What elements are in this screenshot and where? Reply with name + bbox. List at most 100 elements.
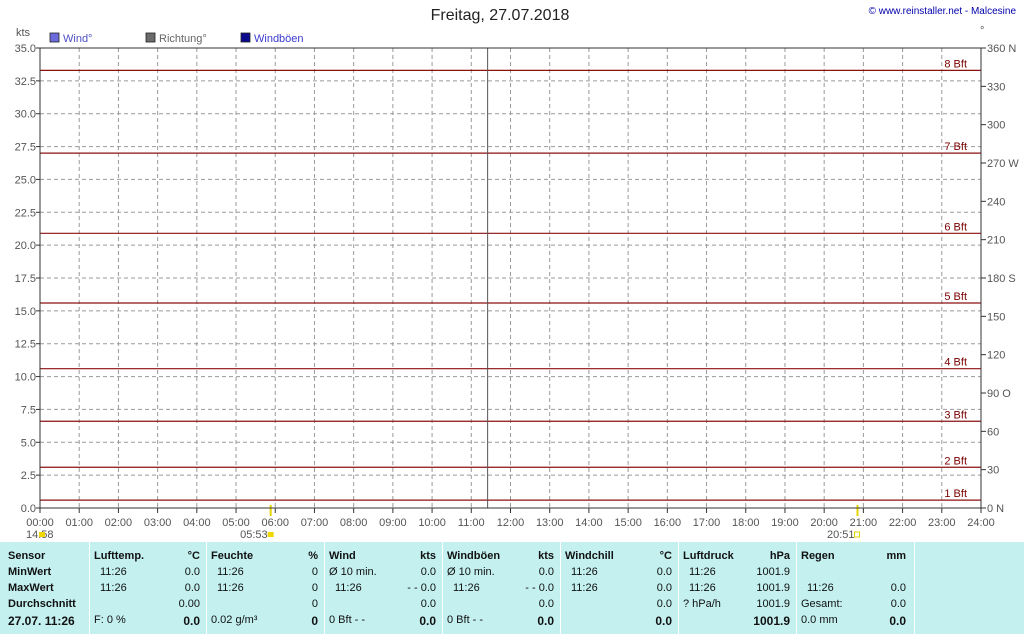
feuchte-cur-label: 0.02 g/m³: [211, 614, 258, 626]
beaufort-label: 6 Bft: [944, 221, 967, 233]
x-tick-label: 12:00: [497, 517, 525, 529]
x-tick-label: 17:00: [693, 517, 721, 529]
y-tick-label: 27.5: [15, 142, 36, 154]
y2-tick-label: 180 S: [987, 273, 1016, 285]
col-lufttemp: Lufttemp. °C 11:26 0.0 11:26 0.0 0.00 F:…: [90, 542, 207, 634]
lufttemp-avg-val: 0.00: [178, 598, 200, 610]
wind-name: Wind: [329, 550, 356, 562]
luftdruck-min-val: 1001.9: [756, 566, 790, 578]
x-tick-label: 24:00: [967, 517, 995, 529]
windboeen-min-val: 0.0: [538, 566, 554, 578]
x-tick-label: 21:00: [850, 517, 878, 529]
y2-tick-label: 330: [987, 81, 1005, 93]
y2-tick-label: 0 N: [987, 503, 1004, 515]
beaufort-label: 4 Bft: [944, 357, 967, 369]
row-label-max: MaxWert: [8, 582, 54, 594]
beaufort-label: 8 Bft: [944, 58, 967, 70]
col-windchill: Windchill °C 11:26 0.0 11:26 0.0 0.0 0.0: [561, 542, 679, 634]
credit-link[interactable]: © www.reinstaller.net - Malcesine: [869, 6, 1017, 17]
windboeen-avg-val: 0.0: [538, 598, 554, 610]
feuchte-max-val: 0: [311, 582, 318, 594]
wind-min-val: 0.0: [420, 566, 436, 578]
y-tick-label: 5.0: [21, 437, 36, 449]
col-empty: [915, 542, 1024, 634]
x-tick-label: 15:00: [614, 517, 642, 529]
wind-min-label: Ø 10 min.: [329, 566, 377, 578]
feuchte-min-time: 11:26: [217, 566, 244, 578]
windchill-max-time: 11:26: [571, 582, 598, 594]
sunrise-label: 05:53: [240, 529, 268, 541]
regen-cur-val: 0.0: [889, 614, 906, 628]
x-tick-label: 14:00: [575, 517, 603, 529]
feuchte-min-val: 0: [311, 566, 318, 578]
beaufort-label: 3 Bft: [944, 409, 967, 421]
feuchte-unit: %: [308, 550, 318, 562]
y-tick-label: 0.0: [21, 503, 36, 515]
wind-max-time: 11:26: [335, 582, 362, 594]
y-tick-label: 7.5: [21, 404, 36, 416]
x-tick-label: 11:00: [458, 517, 485, 529]
row-label-min: MinWert: [8, 566, 52, 578]
y-tick-label: 17.5: [15, 273, 36, 285]
col-rowlabels: Sensor MinWert MaxWert Durchschnitt 27.0…: [0, 542, 90, 634]
y-tick-label: 22.5: [15, 207, 36, 219]
lufttemp-cur-val: 0.0: [183, 614, 200, 628]
wind-cur-label: 0 Bft - -: [329, 614, 366, 626]
col-windboeen: Windböen kts Ø 10 min. 0.0 11:26 - - 0.0…: [443, 542, 561, 634]
x-tick-label: 22:00: [889, 517, 917, 529]
sunset-icon: [853, 531, 860, 538]
y-tick-label: 35.0: [15, 43, 36, 55]
sunset-label: 20:51: [827, 529, 855, 541]
x-tick-label: 02:00: [105, 517, 133, 529]
windchill-cur-val: 0.0: [655, 614, 672, 628]
legend-label: Richtung°: [159, 33, 207, 45]
y2-axis-ticks: 0 N 30 60 90 O 120 150 180 S 210 240 270 W 300 330 3…: [981, 43, 1019, 515]
regen-avg-val: 0.0: [890, 598, 906, 610]
x-tick-label: 16:00: [654, 517, 682, 529]
legend-swatch: [145, 32, 156, 43]
y-tick-label: 10.0: [15, 372, 36, 384]
x-tick-label: 06:00: [261, 517, 289, 529]
x-tick-label: 05:00: [222, 517, 250, 529]
y-axis-ticks: 0.0 2.5 5.0 7.5 10.0 12.5 15.0 17.5 20.0 22.5 25.0…: [15, 43, 40, 515]
sunrise-icon: [267, 532, 274, 537]
y-tick-label: 32.5: [15, 76, 36, 88]
y2-tick-label: 210: [987, 235, 1005, 247]
col-regen: Regen mm 11:26 0.0 Gesamt: 0.0 0.0 mm 0.…: [797, 542, 915, 634]
lufttemp-max-time: 11:26: [100, 582, 127, 594]
y-tick-label: 12.5: [15, 339, 36, 351]
lufttemp-max-val: 0.0: [184, 582, 200, 594]
col-luftdruck: Luftdruck hPa 11:26 1001.9 11:26 1001.9 …: [679, 542, 797, 634]
regen-max-time: 11:26: [807, 582, 834, 594]
x-tick-label: 03:00: [144, 517, 172, 529]
beaufort-label: 5 Bft: [944, 291, 967, 303]
y2-tick-label: 90 O: [987, 388, 1011, 400]
regen-avg-label: Gesamt:: [801, 598, 843, 610]
row-label-sensor: Sensor: [8, 550, 46, 562]
regen-unit: mm: [886, 550, 906, 562]
legend-label: Windböen: [254, 33, 304, 45]
windboeen-unit: kts: [538, 550, 554, 562]
row-label-avg: Durchschnitt: [8, 598, 76, 610]
luftdruck-cur-val: 1001.9: [753, 614, 790, 628]
lufttemp-unit: °C: [187, 550, 200, 562]
feuchte-name: Feuchte: [211, 550, 254, 562]
wind-cur-val: 0.0: [419, 614, 436, 628]
x-tick-label: 20:00: [810, 517, 838, 529]
windchill-min-time: 11:26: [571, 566, 598, 578]
y-tick-label: 25.0: [15, 174, 36, 186]
y2-axis-unit: °: [980, 25, 984, 37]
col-feuchte: Feuchte % 11:26 0 11:26 0 0 0.02 g/m³ 0: [207, 542, 325, 634]
grid: [40, 48, 981, 508]
lufttemp-min-time: 11:26: [100, 566, 127, 578]
wind-unit: kts: [420, 550, 436, 562]
x-tick-label: 18:00: [732, 517, 760, 529]
chart-title: Freitag, 27.07.2018: [431, 7, 570, 24]
y-tick-label: 15.0: [15, 306, 36, 318]
regen-cur-label: 0.0 mm: [801, 614, 838, 626]
luftdruck-name: Luftdruck: [683, 550, 734, 562]
wind-chart: Freitag, 27.07.2018 © www.reinstaller.ne…: [15, 6, 1020, 541]
lufttemp-min-val: 0.0: [184, 566, 200, 578]
legend: Wind° Richtung° Windböen: [49, 32, 304, 45]
wind-avg-val: 0.0: [420, 598, 436, 610]
